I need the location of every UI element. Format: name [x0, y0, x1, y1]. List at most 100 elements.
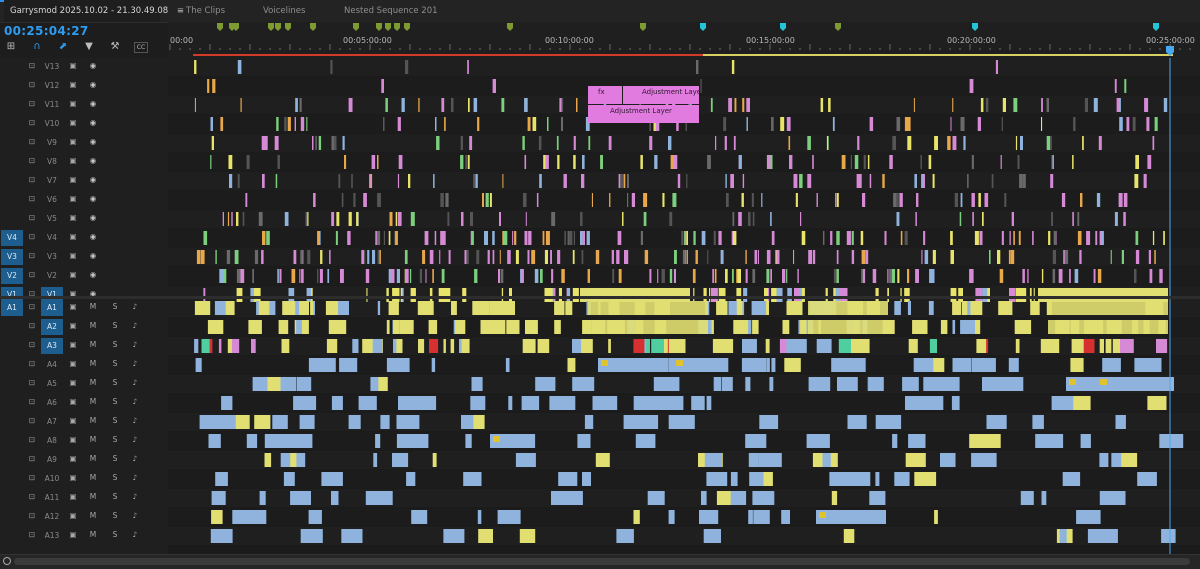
eye-icon[interactable]: ◉: [87, 96, 99, 112]
solo-button[interactable]: S: [110, 451, 120, 467]
eye-icon[interactable]: ◉: [87, 229, 99, 245]
solo-button[interactable]: S: [110, 375, 120, 391]
track-target-toggle[interactable]: [1, 471, 23, 487]
solo-button[interactable]: S: [110, 432, 120, 448]
eye-icon[interactable]: ◉: [87, 248, 99, 264]
track-target-toggle[interactable]: [1, 433, 23, 449]
mute-button[interactable]: M: [88, 299, 98, 315]
lock-icon[interactable]: ⊡: [27, 451, 37, 467]
sync-lock-icon[interactable]: ▣: [67, 267, 79, 283]
track-target-toggle[interactable]: [1, 59, 23, 75]
mic-icon[interactable]: ♪: [130, 508, 140, 524]
lock-icon[interactable]: ⊡: [27, 229, 37, 245]
wrench-icon[interactable]: ⚒: [108, 40, 122, 54]
mic-icon[interactable]: ♪: [130, 318, 140, 334]
mic-icon[interactable]: ♪: [130, 356, 140, 372]
horizontal-scrollbar[interactable]: [14, 558, 1190, 565]
lock-icon[interactable]: ⊡: [27, 267, 37, 283]
solo-button[interactable]: S: [110, 394, 120, 410]
lock-icon[interactable]: ⊡: [27, 527, 37, 543]
solo-button[interactable]: S: [110, 508, 120, 524]
track-target-toggle[interactable]: [1, 357, 23, 373]
eye-icon[interactable]: ◉: [87, 267, 99, 283]
sync-lock-icon[interactable]: ▣: [67, 153, 79, 169]
sync-lock-icon[interactable]: ▣: [67, 134, 79, 150]
sync-lock-icon[interactable]: ▣: [67, 337, 79, 353]
sync-lock-icon[interactable]: ▣: [67, 318, 79, 334]
mute-button[interactable]: M: [88, 508, 98, 524]
track-target-toggle[interactable]: V3: [1, 249, 23, 265]
lock-icon[interactable]: ⊡: [27, 248, 37, 264]
mute-button[interactable]: M: [88, 337, 98, 353]
track-target-toggle[interactable]: [1, 376, 23, 392]
mute-button[interactable]: M: [88, 394, 98, 410]
lock-icon[interactable]: ⊡: [27, 508, 37, 524]
sync-lock-icon[interactable]: ▣: [67, 432, 79, 448]
track-target-toggle[interactable]: [1, 490, 23, 506]
eye-icon[interactable]: ◉: [87, 172, 99, 188]
lock-icon[interactable]: ⊡: [27, 172, 37, 188]
mic-icon[interactable]: ♪: [130, 451, 140, 467]
solo-button[interactable]: S: [110, 356, 120, 372]
mute-button[interactable]: M: [88, 413, 98, 429]
eye-icon[interactable]: ◉: [87, 153, 99, 169]
lock-icon[interactable]: ⊡: [27, 77, 37, 93]
sync-lock-icon[interactable]: ▣: [67, 115, 79, 131]
sync-lock-icon[interactable]: ▣: [67, 394, 79, 410]
sync-lock-icon[interactable]: ▣: [67, 299, 79, 315]
track-target-toggle[interactable]: [1, 154, 23, 170]
sync-lock-icon[interactable]: ▣: [67, 248, 79, 264]
solo-button[interactable]: S: [110, 299, 120, 315]
lock-icon[interactable]: ⊡: [27, 58, 37, 74]
mic-icon[interactable]: ♪: [130, 489, 140, 505]
tab-nested-sequence-201[interactable]: Nested Sequence 201: [344, 0, 438, 22]
captions-icon[interactable]: CC: [134, 42, 148, 53]
mic-icon[interactable]: ♪: [130, 375, 140, 391]
track-target-toggle[interactable]: [1, 116, 23, 132]
eye-icon[interactable]: ◉: [87, 115, 99, 131]
lock-icon[interactable]: ⊡: [27, 489, 37, 505]
sync-lock-icon[interactable]: ▣: [67, 96, 79, 112]
nest-icon[interactable]: ⊞: [4, 40, 18, 54]
lock-icon[interactable]: ⊡: [27, 470, 37, 486]
eye-icon[interactable]: ◉: [87, 58, 99, 74]
lock-icon[interactable]: ⊡: [27, 299, 37, 315]
lock-icon[interactable]: ⊡: [27, 210, 37, 226]
mute-button[interactable]: M: [88, 375, 98, 391]
track-target-toggle[interactable]: [1, 452, 23, 468]
hamburger-icon[interactable]: ≡: [177, 6, 184, 16]
add-marker-icon[interactable]: ▼: [82, 40, 96, 54]
solo-button[interactable]: S: [110, 413, 120, 429]
sync-lock-icon[interactable]: ▣: [67, 470, 79, 486]
track-target-toggle[interactable]: [1, 528, 23, 544]
track-target-toggle[interactable]: [1, 414, 23, 430]
lock-icon[interactable]: ⊡: [27, 375, 37, 391]
sync-lock-icon[interactable]: ▣: [67, 451, 79, 467]
tab-voicelines[interactable]: Voicelines: [263, 0, 305, 22]
snap-icon[interactable]: ∩: [30, 40, 44, 54]
mute-button[interactable]: M: [88, 489, 98, 505]
solo-button[interactable]: S: [110, 337, 120, 353]
sync-lock-icon[interactable]: ▣: [67, 356, 79, 372]
sync-lock-icon[interactable]: ▣: [67, 527, 79, 543]
linked-selection-icon[interactable]: ⬈: [56, 40, 70, 54]
mic-icon[interactable]: ♪: [130, 527, 140, 543]
time-ruler[interactable]: 00:00 00:05:00:00 00:10:00:00 00:15:00:0…: [168, 22, 1200, 58]
lock-icon[interactable]: ⊡: [27, 134, 37, 150]
sync-lock-icon[interactable]: ▣: [67, 77, 79, 93]
mic-icon[interactable]: ♪: [130, 337, 140, 353]
sync-lock-icon[interactable]: ▣: [67, 489, 79, 505]
mute-button[interactable]: M: [88, 432, 98, 448]
lock-icon[interactable]: ⊡: [27, 356, 37, 372]
solo-button[interactable]: S: [110, 489, 120, 505]
sync-lock-icon[interactable]: ▣: [67, 210, 79, 226]
lock-icon[interactable]: ⊡: [27, 191, 37, 207]
track-target-toggle[interactable]: [1, 192, 23, 208]
eye-icon[interactable]: ◉: [87, 210, 99, 226]
sync-lock-icon[interactable]: ▣: [67, 375, 79, 391]
timeline-tracks-area[interactable]: fx Adjustment Laye Adjustment Layer: [168, 58, 1200, 554]
track-target-toggle[interactable]: [1, 509, 23, 525]
mute-button[interactable]: M: [88, 356, 98, 372]
mic-icon[interactable]: ♪: [130, 432, 140, 448]
track-target-toggle[interactable]: V4: [1, 230, 23, 246]
